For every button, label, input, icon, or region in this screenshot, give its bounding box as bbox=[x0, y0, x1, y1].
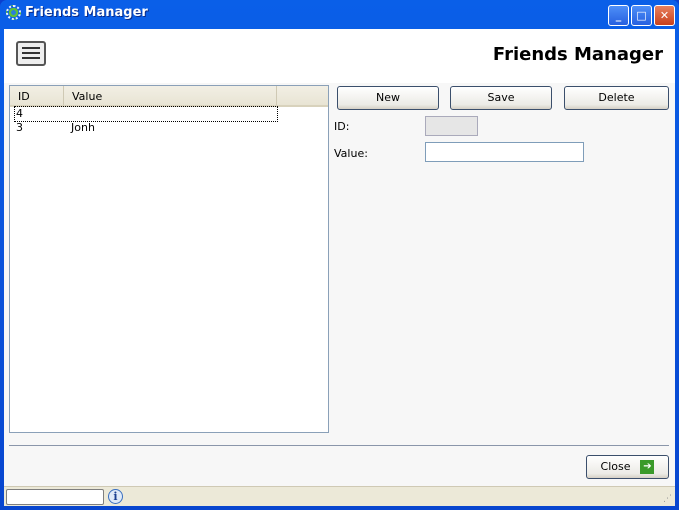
column-header-value[interactable]: Value bbox=[64, 86, 277, 105]
delete-button[interactable]: Delete bbox=[564, 86, 669, 110]
save-button[interactable]: Save bbox=[450, 86, 552, 110]
list-icon bbox=[16, 41, 46, 66]
cell-value: Jonh bbox=[71, 121, 95, 134]
cell-id: 3 bbox=[16, 121, 23, 134]
page-title: Friends Manager bbox=[492, 44, 663, 65]
close-window-button[interactable]: ✕ bbox=[654, 5, 675, 26]
cell-id: 4 bbox=[16, 107, 23, 120]
cell-value bbox=[70, 107, 71, 121]
header: Friends Manager bbox=[4, 29, 675, 83]
window: Friends Manager _ □ ✕ Friends Manager ID… bbox=[0, 0, 679, 510]
id-label: ID: bbox=[334, 120, 350, 133]
value-label: Value: bbox=[334, 147, 368, 160]
table-row[interactable]: 3 Jonh bbox=[15, 121, 328, 135]
maximize-button[interactable]: □ bbox=[631, 5, 652, 26]
value-field[interactable] bbox=[425, 142, 584, 162]
title-bar: Friends Manager bbox=[6, 5, 148, 20]
minimize-button[interactable]: _ bbox=[608, 5, 629, 26]
friends-grid[interactable]: ID Value 4 3 Jonh bbox=[9, 85, 329, 433]
id-field bbox=[425, 116, 478, 136]
close-label: Close bbox=[600, 460, 631, 473]
new-button[interactable]: New bbox=[337, 86, 439, 110]
resize-grip-icon[interactable]: ⋰ bbox=[663, 494, 672, 504]
info-icon[interactable]: i bbox=[108, 489, 123, 504]
divider bbox=[9, 445, 669, 446]
status-bar: i ⋰ bbox=[4, 486, 675, 506]
arrow-right-icon: ➔ bbox=[640, 460, 655, 474]
status-field bbox=[6, 489, 104, 505]
table-row[interactable]: 4 bbox=[14, 106, 278, 122]
column-header-id[interactable]: ID bbox=[10, 86, 64, 105]
window-title: Friends Manager bbox=[25, 5, 148, 20]
app-gear-icon bbox=[6, 5, 21, 20]
client-area: Friends Manager ID Value 4 3 Jonh New Sav… bbox=[4, 29, 675, 506]
grid-header: ID Value bbox=[10, 86, 328, 107]
close-button[interactable]: Close ➔ bbox=[586, 455, 669, 479]
